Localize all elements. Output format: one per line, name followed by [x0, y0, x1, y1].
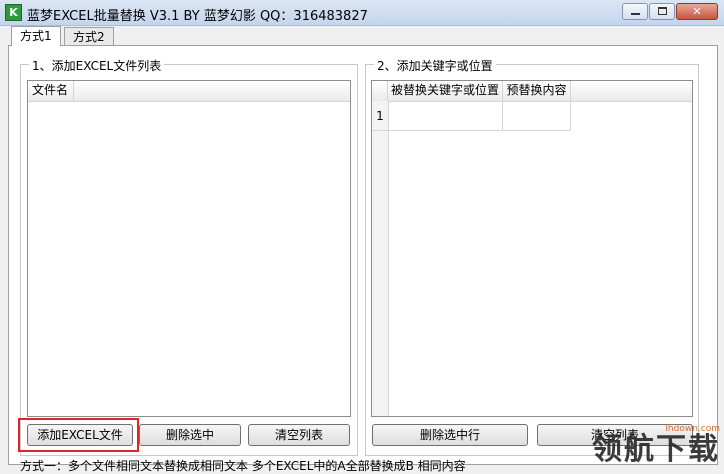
watermark-text: 领航下载: [592, 432, 720, 467]
file-list-header: 文件名: [28, 81, 350, 102]
column-header-replacement[interactable]: 预替换内容: [503, 81, 571, 101]
mode-description: 方式一：多个文件相同文本替换成相同文本 多个EXCEL中的A全部替换成B 相同内…: [20, 459, 466, 473]
close-button[interactable]: ✕: [676, 3, 718, 20]
clear-file-list-button[interactable]: 清空列表: [248, 424, 350, 446]
maximize-icon: [658, 7, 667, 15]
tab-mode-1[interactable]: 方式1: [11, 26, 61, 46]
keyword-grid-header: 被替换关键字或位置 预替换内容: [372, 81, 692, 102]
keyword-grid[interactable]: 被替换关键字或位置 预替换内容 1: [371, 80, 693, 417]
cell-keyword[interactable]: [388, 101, 503, 131]
minimize-icon: [631, 13, 640, 15]
delete-selected-row-button[interactable]: 删除选中行: [372, 424, 528, 446]
row-header-corner: [372, 81, 388, 101]
row-index[interactable]: 1: [372, 101, 388, 131]
keyword-group-title: 2、添加关键字或位置: [374, 57, 496, 74]
minimize-button[interactable]: [622, 3, 648, 20]
tab-mode-2[interactable]: 方式2: [64, 27, 114, 46]
column-header-filename[interactable]: 文件名: [28, 81, 74, 101]
file-list-group-title: 1、添加EXCEL文件列表: [29, 57, 165, 74]
close-icon: ✕: [692, 5, 702, 18]
watermark: lhdown.com 领航下载: [592, 424, 720, 466]
column-header-keyword[interactable]: 被替换关键字或位置: [388, 81, 503, 101]
window-title: 蓝梦EXCEL批量替换 V3.1 BY 蓝梦幻影 QQ：316483827: [27, 9, 368, 24]
delete-selected-button[interactable]: 删除选中: [139, 424, 241, 446]
file-list[interactable]: 文件名: [27, 80, 351, 417]
app-icon: K: [5, 4, 22, 21]
row-header-strip: [372, 101, 389, 416]
window-controls: ✕: [621, 3, 718, 20]
cell-replacement[interactable]: [503, 101, 571, 131]
maximize-button[interactable]: [649, 3, 675, 20]
add-excel-file-button[interactable]: 添加EXCEL文件: [27, 424, 133, 446]
title-bar: K 蓝梦EXCEL批量替换 V3.1 BY 蓝梦幻影 QQ：316483827 …: [0, 0, 724, 26]
